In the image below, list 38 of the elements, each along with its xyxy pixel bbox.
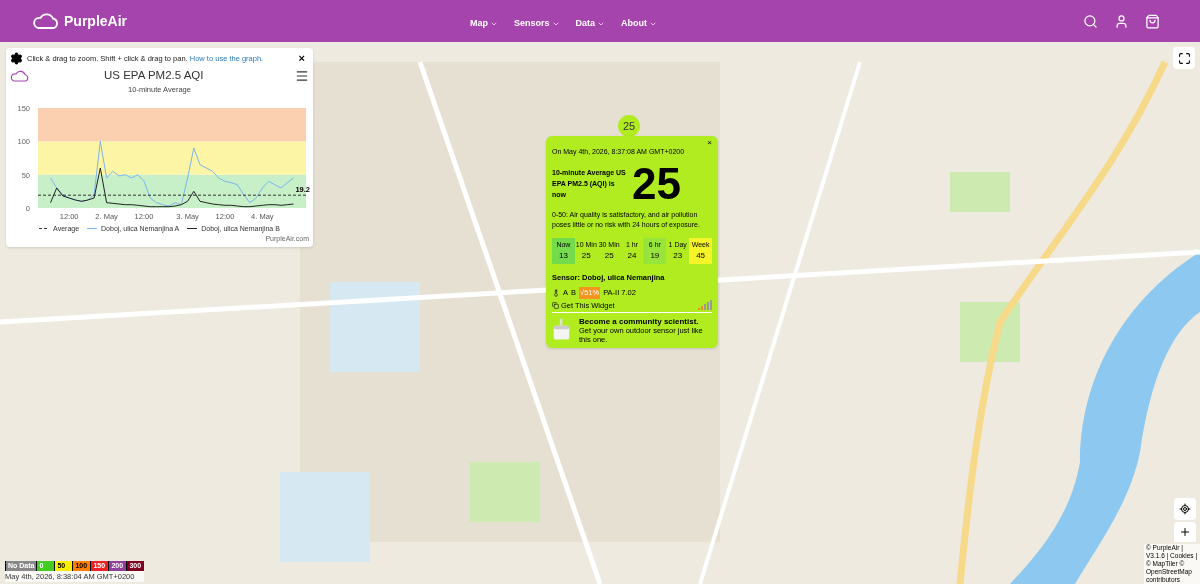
plus-icon [1179, 526, 1191, 538]
locate-button[interactable] [1174, 498, 1196, 520]
account-icon[interactable] [1114, 13, 1129, 29]
cloud-logo-icon[interactable] [32, 12, 60, 30]
close-button[interactable]: × [707, 139, 712, 147]
average-value: 13 [558, 250, 568, 262]
cloud-icon [10, 69, 30, 82]
chevron-down-icon [490, 20, 498, 28]
average-value: 45 [696, 250, 706, 262]
cart-icon[interactable] [1145, 13, 1160, 29]
chevron-down-icon [649, 20, 658, 28]
locate-icon [1179, 503, 1191, 515]
average-value: 24 [627, 250, 637, 262]
nav-menu[interactable]: About [621, 17, 658, 31]
chevron-down-icon [597, 20, 606, 28]
zoom-in-button[interactable] [1174, 522, 1196, 542]
nav-menu[interactable]: Map [470, 17, 498, 31]
aqi-value: 25 [632, 161, 681, 206]
average-value: 23 [673, 250, 683, 262]
menu-icon[interactable] [295, 68, 309, 83]
legend-dashed-line-icon [39, 227, 50, 231]
settings-icon[interactable] [10, 52, 23, 65]
nav-menu[interactable]: Sensors [514, 17, 560, 31]
average-value: 25 [604, 250, 614, 262]
chevron-down-icon [551, 20, 560, 28]
thermometer-icon [552, 288, 560, 297]
average-value: 19 [650, 250, 660, 262]
average-value: 25 [581, 250, 591, 262]
fullscreen-icon [1177, 51, 1191, 65]
promo-title: Become a community scientist. [578, 316, 700, 326]
signal-bars-icon [698, 300, 712, 311]
chart-title: US EPA PM2.5 AQI [104, 68, 204, 83]
nav-menu[interactable]: Data [575, 17, 606, 31]
brand-name[interactable]: PurpleAir [64, 10, 127, 32]
close-button[interactable]: × [298, 53, 309, 64]
copy-icon [552, 301, 559, 309]
search-icon[interactable] [1083, 13, 1098, 29]
fullscreen-button[interactable] [1173, 47, 1195, 69]
